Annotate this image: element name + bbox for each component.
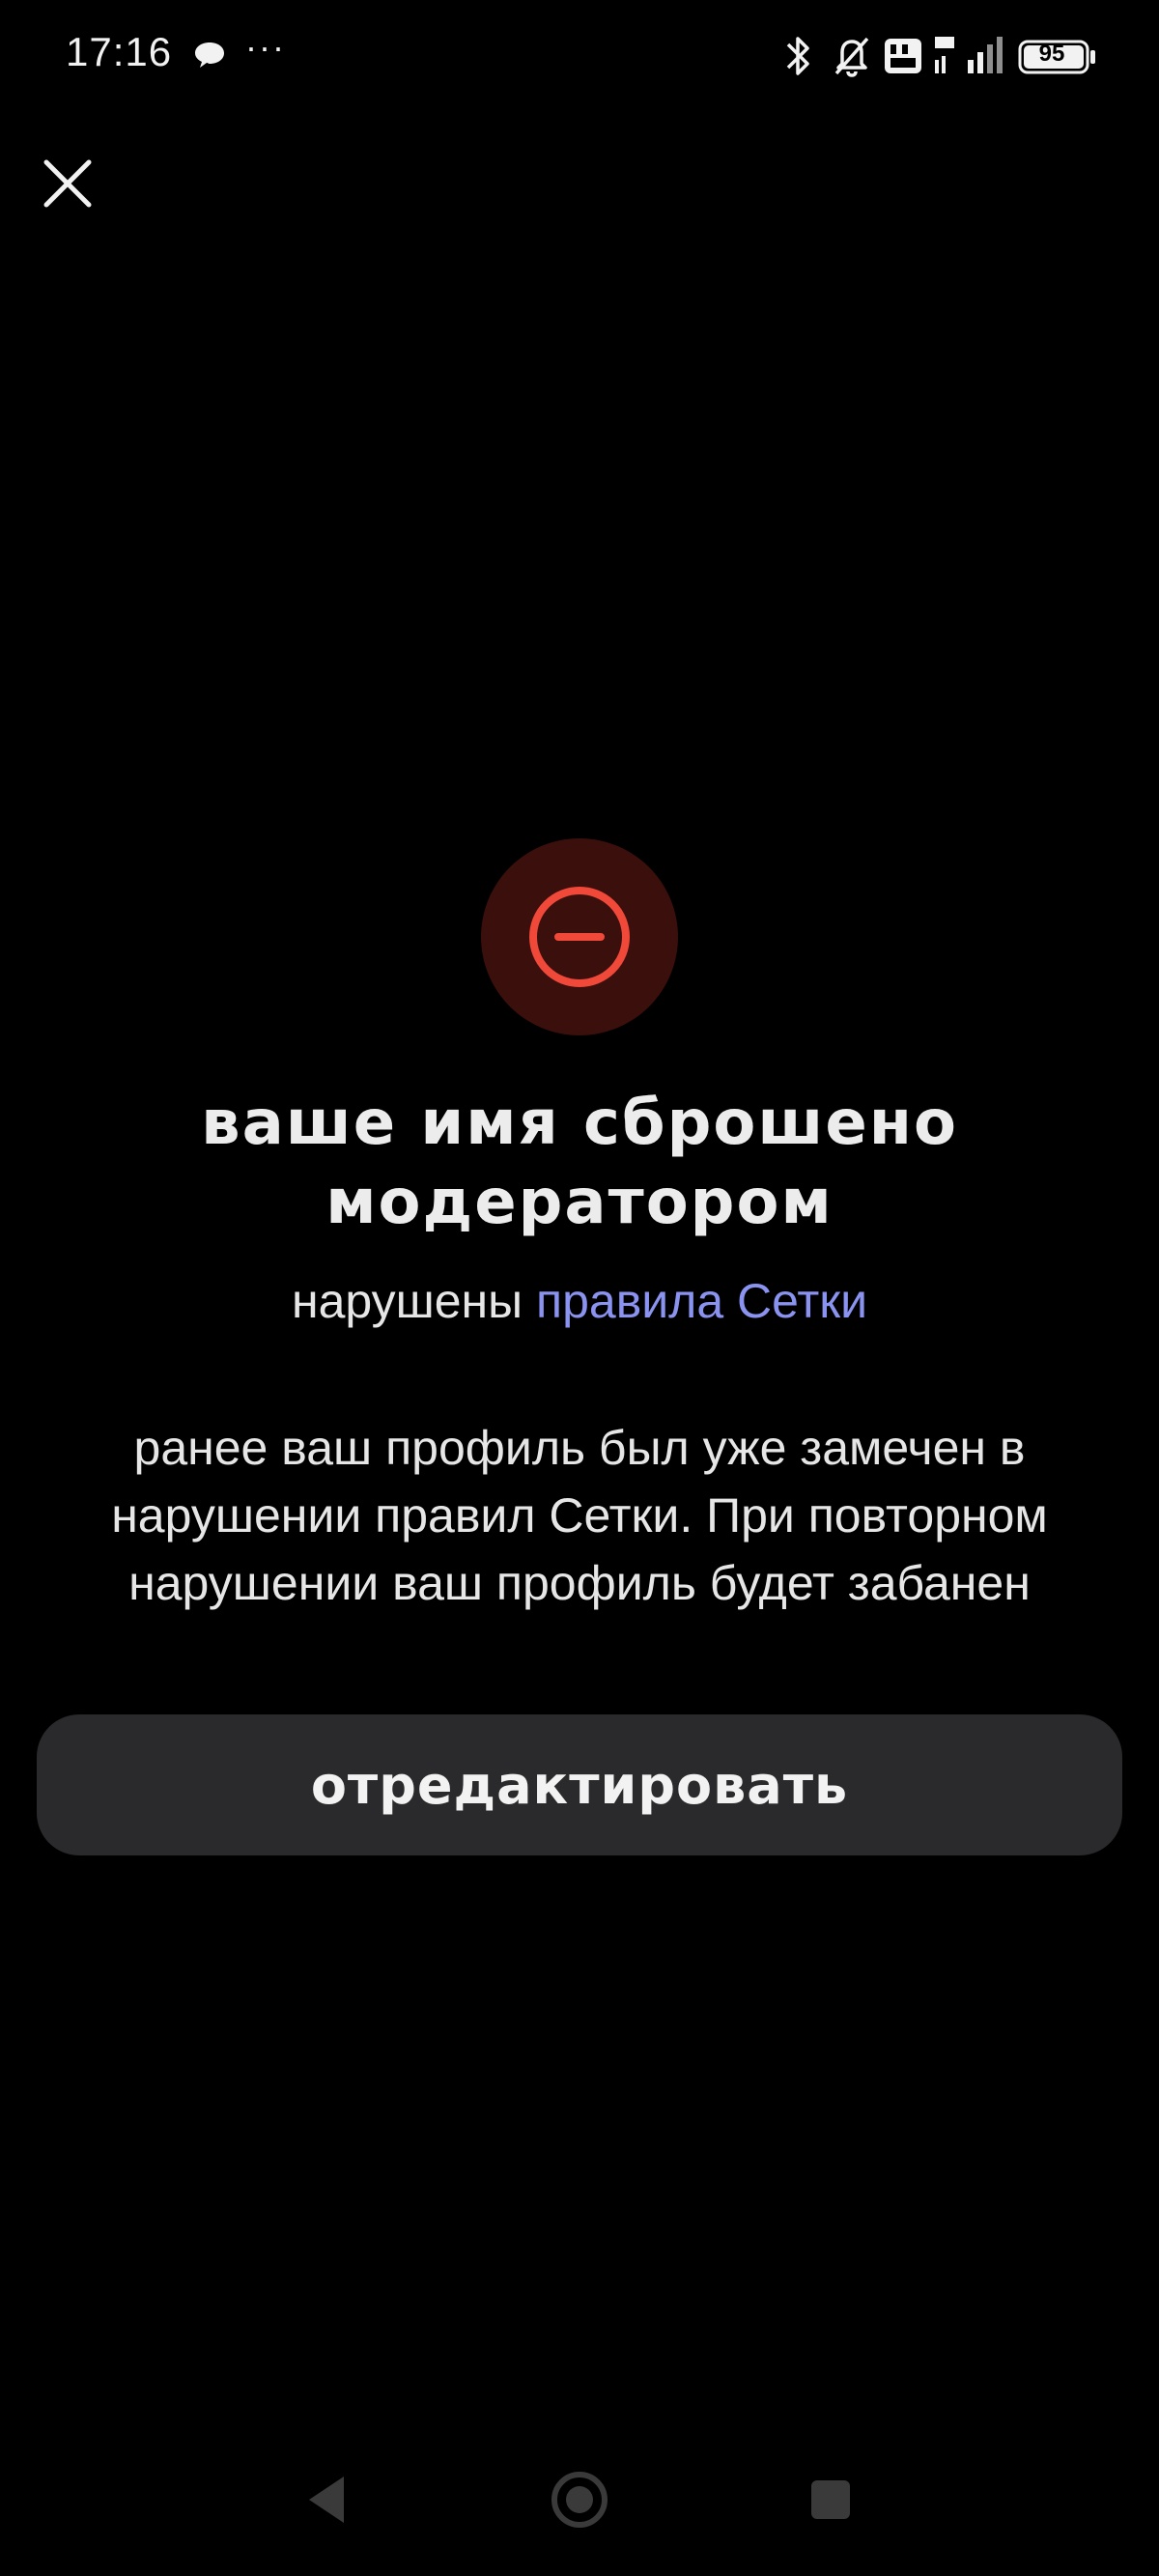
dialog-description: ранее ваш профиль был уже замечен в нару… <box>39 1414 1120 1617</box>
close-button[interactable] <box>37 153 99 214</box>
status-time: 17:16 <box>66 29 173 74</box>
navigation-bar <box>0 2453 1159 2550</box>
back-icon[interactable] <box>301 2471 350 2529</box>
signal-icon <box>935 37 1003 73</box>
alert-badge <box>481 838 678 1035</box>
recent-apps-icon[interactable] <box>807 2477 854 2523</box>
description-line-2: нарушении правил Сетки. При повторном <box>111 1488 1048 1543</box>
close-icon <box>43 159 92 208</box>
rules-link[interactable]: правила Сетки <box>536 1274 867 1328</box>
dialog-title: ваше имя сброшено модератором <box>58 1084 1101 1242</box>
bluetooth-icon <box>786 37 809 75</box>
minus-circle-icon <box>529 887 630 987</box>
bell-off-icon <box>834 37 869 77</box>
dialog-title-line-2: модератором <box>325 1167 834 1238</box>
description-line-3: нарушении ваш профиль будет забанен <box>128 1556 1031 1610</box>
home-icon[interactable] <box>549 2469 610 2531</box>
dialog-title-line-1: ваше имя сброшено <box>201 1088 958 1159</box>
volte-icon <box>885 39 921 73</box>
subtitle-prefix: нарушены <box>291 1274 536 1328</box>
edit-button[interactable]: отредактировать <box>37 1714 1122 1855</box>
dialog-subtitle: нарушены правила Сетки <box>58 1270 1101 1332</box>
status-bar: 17:16 ··· 95 <box>0 0 1159 116</box>
status-more-indicator: ··· <box>245 27 286 67</box>
chat-bubble-icon <box>195 42 224 68</box>
description-line-1: ранее ваш профиль был уже замечен в <box>133 1421 1026 1475</box>
battery-level: 95 <box>1038 41 1065 67</box>
